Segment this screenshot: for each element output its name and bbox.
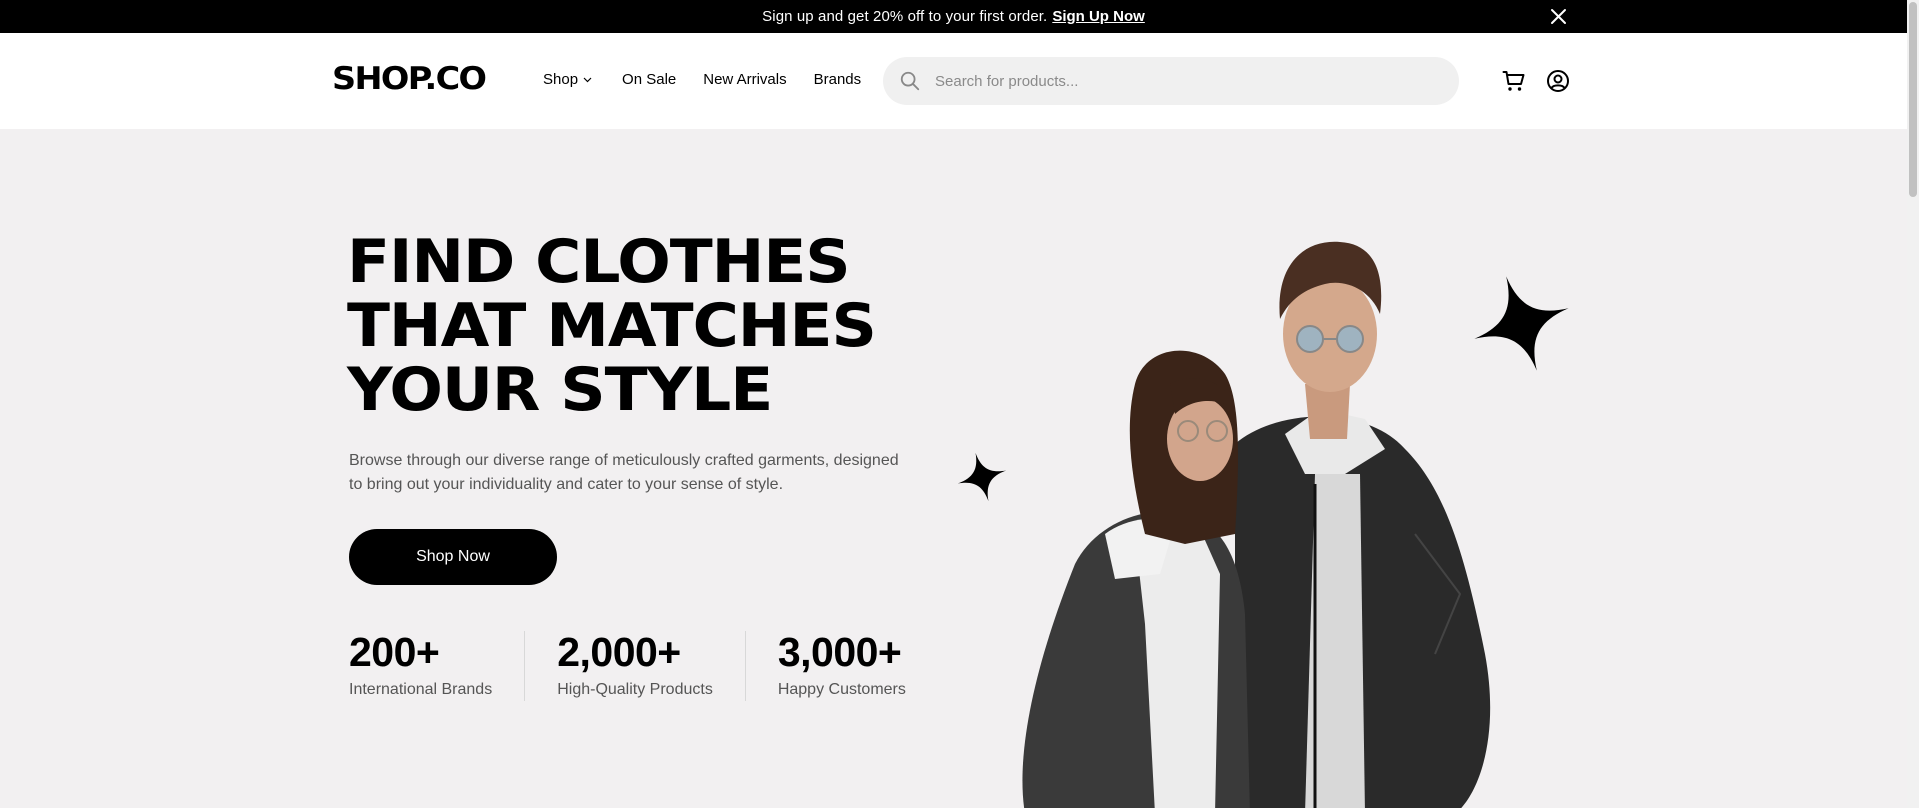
user-icon[interactable] [1546,69,1570,93]
search-input[interactable] [935,72,1415,90]
scrollbar-thumb[interactable] [1909,2,1917,197]
nav-new-arrivals[interactable]: New Arrivals [703,71,786,88]
logo[interactable]: SHOP.CO [332,61,487,97]
stat-label: Happy Customers [777,681,906,698]
stat-label: High-Quality Products [557,681,713,698]
search-bar[interactable] [883,57,1459,105]
hero-title: FIND CLOTHES THAT MATCHES YOUR STYLE [347,227,877,425]
page-scrollbar[interactable] [1907,0,1919,808]
nav-brands[interactable]: Brands [814,71,862,88]
stats-row: 200+ International Brands 2,000+ High-Qu… [349,629,906,701]
chevron-down-icon [583,77,592,82]
stat-divider [524,631,526,701]
hero-title-line: YOUR STYLE [347,355,773,425]
shop-now-button[interactable]: Shop Now [349,529,557,585]
stat-value: 200+ [349,629,440,675]
cart-icon[interactable] [1502,69,1526,93]
nav-on-sale[interactable]: On Sale [622,71,676,88]
sign-up-link[interactable]: Sign Up Now [1052,8,1145,25]
hero-section: FIND CLOTHES THAT MATCHES YOUR STYLE Bro… [0,129,1907,808]
stat-value: 2,000+ [557,629,681,675]
stat-value: 3,000+ [777,629,902,675]
stat-brands: 200+ International Brands [349,629,492,701]
stat-label: International Brands [349,681,493,698]
nav-shop[interactable]: Shop [543,71,592,88]
hero-title-line: THAT MATCHES [347,291,877,361]
nav-shop-label: Shop [543,71,579,88]
hero-models-image [1022,241,1491,808]
search-icon [900,71,920,91]
promo-text: Sign up and get 20% off to your first or… [762,8,1048,25]
close-icon[interactable] [1550,8,1567,25]
stat-products: 2,000+ High-Quality Products [557,629,713,701]
stat-customers: 3,000+ Happy Customers [778,629,906,701]
stat-divider [744,631,746,701]
hero-description: Browse through our diverse range of meti… [349,452,899,493]
hero-title-line: FIND CLOTHES [347,227,851,297]
main-nav: Shop On Sale New Arrivals Brands [543,71,861,88]
site-header: SHOP.CO Shop On Sale New Arrivals Brands [0,33,1907,129]
promo-banner: Sign up and get 20% off to your first or… [0,0,1907,33]
